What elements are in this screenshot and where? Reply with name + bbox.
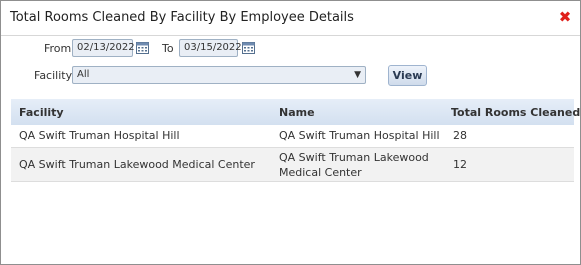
facility-label: Facility: [34,69,76,82]
column-header-name[interactable]: Name [279,106,315,119]
to-label: To [162,42,174,55]
from-date-input[interactable]: 02/13/2022 [72,39,135,57]
cell-facility: QA Swift Truman Lakewood Medical Center [19,158,255,171]
cell-total: 28 [453,129,467,142]
dialog-title-bar: Total Rooms Cleaned By Facility By Emplo… [1,1,580,35]
from-calendar-icon[interactable] [136,41,149,54]
close-x-icon[interactable]: ✖ [557,9,573,25]
to-calendar-icon[interactable] [242,41,255,54]
dialog-title: Total Rooms Cleaned By Facility By Emplo… [10,10,354,25]
dialog: Total Rooms Cleaned By Facility By Emplo… [0,0,581,265]
facility-select-value: All [77,69,90,80]
facility-select[interactable]: All ▼ [72,66,366,84]
from-label: From [44,42,72,55]
cell-facility: QA Swift Truman Hospital Hill [19,129,180,142]
chevron-down-icon: ▼ [354,70,361,80]
table-row[interactable]: QA Swift Truman Hospital Hill QA Swift T… [11,125,574,148]
table-header: Facility Name Total Rooms Cleaned [11,99,580,125]
cell-total: 12 [453,158,467,171]
to-date-input[interactable]: 03/15/2022 [179,39,242,57]
title-divider [1,35,580,36]
view-button[interactable]: View [388,65,427,86]
table-row[interactable]: QA Swift Truman Lakewood Medical Center … [11,148,574,182]
column-header-total[interactable]: Total Rooms Cleaned [451,106,580,119]
column-header-facility[interactable]: Facility [19,106,64,119]
cell-name: QA Swift Truman Hospital Hill [279,129,440,142]
cell-name: QA Swift Truman Lakewood Medical Center [279,151,429,179]
